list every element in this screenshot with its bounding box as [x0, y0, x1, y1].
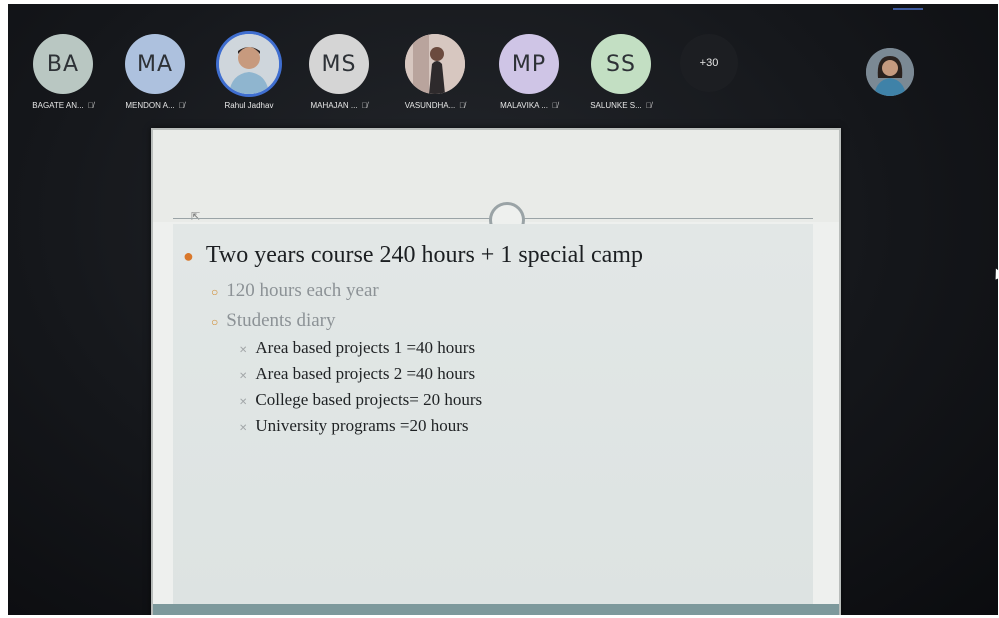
avatar [219, 34, 279, 94]
meeting-window: BA BAGATE AN... 🎙̸ MA MENDON A... 🎙̸ Rahul… [8, 4, 998, 615]
avatar: MS [309, 34, 369, 94]
avatar: MP [499, 34, 559, 94]
bullet-text: Two years course 240 hours + 1 special c… [205, 242, 643, 268]
bullet-x-icon: ✕ [239, 397, 248, 408]
bullet-level1: ● Two years course 240 hours + 1 special … [183, 242, 643, 269]
person-photo-icon [219, 34, 279, 94]
speaker-indicator [893, 8, 923, 10]
bullet-level3: ✕ University programs =20 hours [239, 416, 468, 436]
avatar: SS [591, 34, 651, 94]
bullet-text: 120 hours each year [226, 280, 379, 301]
slide-footer-bar [153, 604, 839, 615]
bullet-dot-icon: ● [183, 246, 194, 266]
bullet-ring-icon: ○ [211, 285, 219, 299]
cursor-icon: ⇱ [191, 211, 201, 223]
mouse-pointer-icon [991, 266, 998, 280]
avatar [405, 34, 465, 94]
muted-mic-icon: 🎙̸ [645, 101, 652, 110]
bullet-level3: ✕ College based projects= 20 hours [239, 390, 482, 410]
muted-mic-icon: 🎙̸ [178, 101, 185, 110]
person-photo-icon [866, 48, 914, 96]
person-photo-icon [405, 34, 465, 94]
participant-tile[interactable]: SS SALUNKE S... 🎙̸ [566, 34, 676, 124]
avatar: BA [33, 34, 93, 94]
participant-name: Rahul Jadhav [224, 101, 274, 110]
bullet-x-icon: ✕ [239, 371, 248, 382]
bullet-level2: ○ Students diary [211, 310, 336, 332]
bullet-text: College based projects= 20 hours [255, 390, 483, 409]
bullet-level2: ○ 120 hours each year [211, 280, 379, 302]
participant-name: MAHAJAN ... [310, 101, 358, 110]
bullet-ring-icon: ○ [211, 315, 219, 329]
participant-name: SALUNKE S... [590, 101, 642, 110]
muted-mic-icon: 🎙̸ [551, 101, 558, 110]
bullet-level3: ✕ Area based projects 2 =40 hours [239, 364, 475, 384]
bullet-text: Students diary [226, 310, 336, 331]
participant-name: MALAVIKA ... [500, 101, 548, 110]
bullet-x-icon: ✕ [239, 423, 248, 434]
bullet-text: Area based projects 2 =40 hours [255, 364, 476, 383]
participant-name: BAGATE AN... [32, 101, 84, 110]
avatar: MA [125, 34, 185, 94]
bullet-text: Area based projects 1 =40 hours [255, 338, 476, 357]
muted-mic-icon: 🎙̸ [459, 101, 466, 110]
participant-name: VASUNDHA... [404, 101, 456, 110]
participant-strip: BA BAGATE AN... 🎙̸ MA MENDON A... 🎙̸ Rahul… [8, 34, 998, 124]
shared-slide: ⇱ ● Two years course 240 hours + 1 specia… [151, 128, 841, 615]
bullet-x-icon: ✕ [239, 345, 248, 356]
participant-name: MENDON A... [125, 101, 175, 110]
self-view-avatar[interactable] [866, 48, 914, 96]
muted-mic-icon: 🎙̸ [87, 101, 94, 110]
muted-mic-icon: 🎙̸ [361, 101, 368, 110]
bullet-level3: ✕ Area based projects 1 =40 hours [239, 338, 475, 358]
more-participants-button[interactable]: +30 [680, 34, 738, 92]
bullet-text: University programs =20 hours [255, 416, 469, 435]
participant-tile[interactable]: MS MAHAJAN ... 🎙̸ [284, 34, 394, 124]
